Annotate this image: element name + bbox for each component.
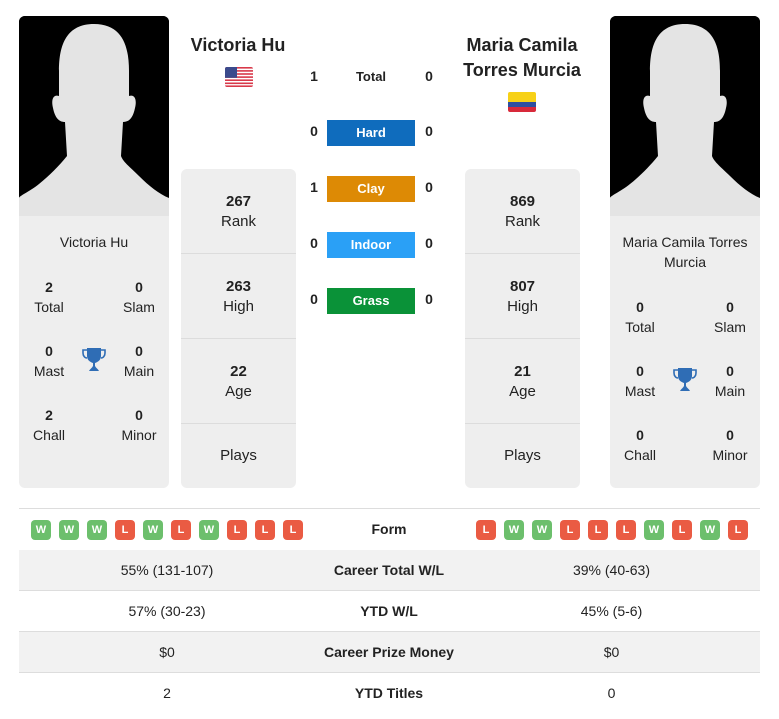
player2-age: 21 Age <box>465 339 580 424</box>
h2h-indoor-p2: 0 <box>425 235 433 251</box>
player2-stats-panel: 869 Rank 807 High 21 Age Plays <box>465 169 580 488</box>
form-badge-loss[interactable]: L <box>588 520 608 540</box>
h2h-grass-p2: 0 <box>425 291 433 307</box>
h2h-hard-p2: 0 <box>425 123 433 139</box>
h2h-hard-p1: 0 <box>310 123 318 139</box>
table-row: 55% (131-107) Career Total W/L 39% (40-6… <box>19 550 760 591</box>
surface-clay-button[interactable]: Clay <box>327 176 415 202</box>
h2h-clay-p1: 1 <box>310 179 318 195</box>
player1-info-card: Victoria Hu 2 Total 0 Slam 0 Mast 0 Main… <box>19 216 169 488</box>
player1-photo <box>19 16 169 216</box>
surface-grass-button[interactable]: Grass <box>327 288 415 314</box>
surface-hard-button[interactable]: Hard <box>327 120 415 146</box>
player1-titles-main: 0 Main <box>123 343 155 379</box>
player2-rank: 869 Rank <box>465 169 580 254</box>
player1-ytd-wl: 57% (30-23) <box>128 603 206 619</box>
colombia-flag-icon <box>508 92 536 112</box>
player1-ytd-titles: 2 <box>163 685 171 701</box>
table-row: 57% (30-23) YTD W/L 45% (5-6) <box>19 591 760 632</box>
player2-titles-total: 0 Total <box>625 299 655 335</box>
player2-titles-minor: 0 Minor <box>712 427 748 463</box>
player1-titles-slam: 0 Slam <box>123 279 155 315</box>
player2-titles-chall: 0 Chall <box>624 427 656 463</box>
usa-flag-icon <box>225 67 253 87</box>
player1-prize-money: $0 <box>159 644 175 660</box>
player1-card-name: Victoria Hu <box>59 234 129 250</box>
ytd-titles-label: YTD Titles <box>354 685 424 701</box>
player2-ytd-titles: 0 <box>607 685 616 701</box>
player2-plays: Plays <box>504 447 541 464</box>
silhouette-icon <box>610 16 760 216</box>
form-badge-loss[interactable]: L <box>227 520 247 540</box>
form-badge-win[interactable]: W <box>199 520 219 540</box>
form-badge-win[interactable]: W <box>31 520 51 540</box>
form-badge-loss[interactable]: L <box>115 520 135 540</box>
player2-career-wl: 39% (40-63) <box>572 562 651 578</box>
trophy-icon <box>82 347 106 373</box>
form-badge-loss[interactable]: L <box>171 520 191 540</box>
form-badge-win[interactable]: W <box>143 520 163 540</box>
form-badge-loss[interactable]: L <box>283 520 303 540</box>
player1-titles-chall: 2 Chall <box>33 407 65 443</box>
form-badge-loss[interactable]: L <box>560 520 580 540</box>
player2-titles-slam: 0 Slam <box>714 299 746 335</box>
form-label: Form <box>371 521 407 537</box>
player2-high: 807 High <box>465 254 580 339</box>
player1-titles-minor: 0 Minor <box>121 407 157 443</box>
h2h-total-p1: 1 <box>310 68 318 84</box>
surface-indoor-button[interactable]: Indoor <box>327 232 415 258</box>
player2-photo <box>610 16 760 216</box>
form-badge-win[interactable]: W <box>532 520 552 540</box>
h2h-grass-p1: 0 <box>310 291 318 307</box>
player1-high: 263 High <box>181 254 296 339</box>
prize-money-label: Career Prize Money <box>324 644 454 660</box>
h2h-clay-p2: 0 <box>425 179 433 195</box>
player2-info-card: Maria Camila Torres Murcia 0 Total 0 Sla… <box>610 216 760 488</box>
form-badge-loss[interactable]: L <box>476 520 496 540</box>
player1-age: 22 Age <box>181 339 296 424</box>
form-badge-loss[interactable]: L <box>672 520 692 540</box>
form-badge-loss[interactable]: L <box>616 520 636 540</box>
silhouette-icon <box>19 16 169 216</box>
table-row: 2 YTD Titles 0 <box>19 673 760 714</box>
form-badge-win[interactable]: W <box>700 520 720 540</box>
player2-titles-mast: 0 Mast <box>624 363 656 399</box>
player2-titles-main: 0 Main <box>714 363 746 399</box>
h2h-indoor-p1: 0 <box>310 235 318 251</box>
form-row: WWWLWLWLLL Form LWWLLLWLWL <box>19 509 760 550</box>
player2-name[interactable]: Maria Camila Torres Murcia <box>455 33 589 83</box>
h2h-total-label: Total <box>355 69 387 84</box>
form-badge-win[interactable]: W <box>59 520 79 540</box>
form-badge-win[interactable]: W <box>87 520 107 540</box>
form-badge-win[interactable]: W <box>644 520 664 540</box>
form-badge-loss[interactable]: L <box>728 520 748 540</box>
player1-plays: Plays <box>220 447 257 464</box>
player1-titles-mast: 0 Mast <box>33 343 65 379</box>
career-wl-label: Career Total W/L <box>333 562 445 578</box>
trophy-icon <box>673 367 697 393</box>
player2-ytd-wl: 45% (5-6) <box>580 603 643 619</box>
player2-prize-money: $0 <box>603 644 620 660</box>
player1-name[interactable]: Victoria Hu <box>173 33 303 58</box>
form-badge-loss[interactable]: L <box>255 520 275 540</box>
ytd-wl-label: YTD W/L <box>360 603 418 619</box>
h2h-total-p2: 0 <box>425 68 433 84</box>
table-row: $0 Career Prize Money $0 <box>19 632 760 673</box>
player1-titles-total: 2 Total <box>34 279 64 315</box>
player1-career-wl: 55% (131-107) <box>120 562 214 578</box>
player2-card-name: Maria Camila Torres Murcia <box>622 234 748 270</box>
form-badge-win[interactable]: W <box>504 520 524 540</box>
player1-stats-panel: 267 Rank 263 High 22 Age Plays <box>181 169 296 488</box>
player1-rank: 267 Rank <box>181 169 296 254</box>
